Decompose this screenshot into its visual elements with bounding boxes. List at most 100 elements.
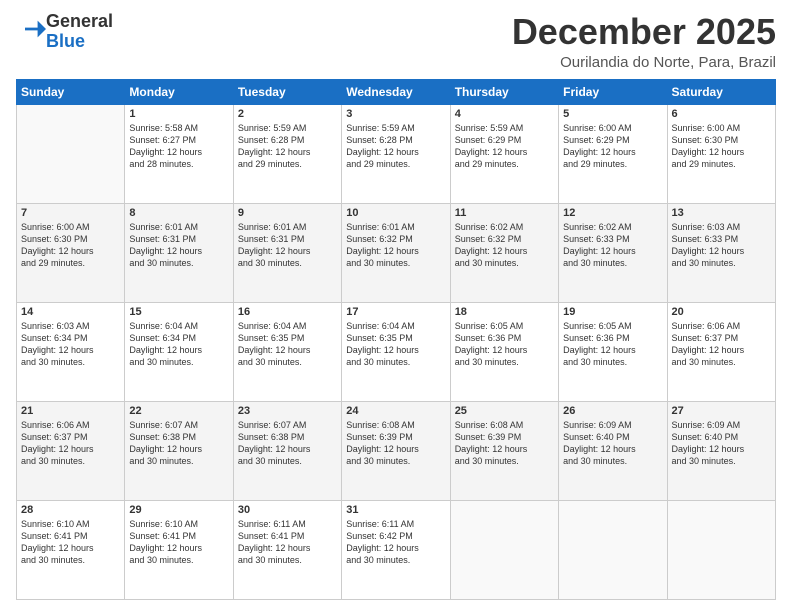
day-number: 2 [238,108,337,120]
logo-blue-text: Blue [46,32,113,52]
day-info: Sunrise: 5:59 AM Sunset: 6:29 PM Dayligh… [455,122,554,171]
day-info: Sunrise: 6:03 AM Sunset: 6:33 PM Dayligh… [672,221,771,270]
table-row: 12Sunrise: 6:02 AM Sunset: 6:33 PM Dayli… [559,203,667,302]
table-row: 8 Sunrise: 6:01 AM Sunset: 6:31 PM Daylig… [125,203,233,302]
day-number: 9 [238,207,337,219]
day-info: Sunrise: 6:11 AM Sunset: 6:41 PM Dayligh… [238,518,337,567]
table-row: 13 Sunrise: 6:03 AM Sunset: 6:33 PM Dayli… [667,203,775,302]
table-row: 5 Sunrise: 6:00 AM Sunset: 6:29 PM Daylig… [559,104,667,203]
day-number: 13 [672,207,771,219]
table-row: 9 Sunrise: 6:01 AM Sunset: 6:31 PM Daylig… [233,203,341,302]
day-info: Sunrise: 6:05 AM Sunset: 6:36 PM Dayligh… [455,320,554,369]
header-tuesday: Tuesday [233,79,341,104]
table-row [450,500,558,599]
header-wednesday: Wednesday [342,79,450,104]
day-number: 30 [238,504,337,516]
day-number: 23 [238,405,337,417]
table-row: 22 Sunrise: 6:07 AM Sunset: 6:38 PM Dayli… [125,401,233,500]
table-row: 18Sunrise: 6:05 AM Sunset: 6:36 PM Dayli… [450,302,558,401]
table-row: 15 Sunrise: 6:04 AM Sunset: 6:34 PM Dayli… [125,302,233,401]
calendar-week-row: 1 Sunrise: 5:58 AM Sunset: 6:27 PM Daylig… [17,104,776,203]
table-row: 26 Sunrise: 6:09 AM Sunset: 6:40 PM Dayli… [559,401,667,500]
table-row: 1 Sunrise: 5:58 AM Sunset: 6:27 PM Daylig… [125,104,233,203]
header-monday: Monday [125,79,233,104]
day-info: Sunrise: 6:02 AM Sunset: 6:33 PM Dayligh… [563,221,662,270]
day-info: Sunrise: 6:00 AM Sunset: 6:30 PM Dayligh… [21,221,120,270]
day-number: 7 [21,207,120,219]
day-info: Sunrise: 6:11 AM Sunset: 6:42 PM Dayligh… [346,518,445,567]
day-info: Sunrise: 6:01 AM Sunset: 6:31 PM Dayligh… [129,221,228,270]
table-row: 19 Sunrise: 6:05 AM Sunset: 6:36 PM Dayli… [559,302,667,401]
table-row: 3 Sunrise: 5:59 AM Sunset: 6:28 PM Daylig… [342,104,450,203]
calendar-week-row: 7 Sunrise: 6:00 AM Sunset: 6:30 PM Daylig… [17,203,776,302]
day-info: Sunrise: 6:09 AM Sunset: 6:40 PM Dayligh… [563,419,662,468]
day-info: Sunrise: 6:04 AM Sunset: 6:35 PM Dayligh… [238,320,337,369]
calendar-header-row: Sunday Monday Tuesday Wednesday Thursday… [17,79,776,104]
day-info: Sunrise: 6:00 AM Sunset: 6:30 PM Dayligh… [672,122,771,171]
day-info: Sunrise: 6:04 AM Sunset: 6:35 PM Dayligh… [346,320,445,369]
table-row: 30 Sunrise: 6:11 AM Sunset: 6:41 PM Dayli… [233,500,341,599]
day-info: Sunrise: 6:10 AM Sunset: 6:41 PM Dayligh… [21,518,120,567]
header-friday: Friday [559,79,667,104]
day-number: 15 [129,306,228,318]
day-number: 21 [21,405,120,417]
day-number: 26 [563,405,662,417]
header: General Blue December 2025 Ourilandia do… [16,12,776,71]
day-info: Sunrise: 6:01 AM Sunset: 6:31 PM Dayligh… [238,221,337,270]
table-row [17,104,125,203]
logo: General Blue [16,12,113,52]
table-row: 6Sunrise: 6:00 AM Sunset: 6:30 PM Daylig… [667,104,775,203]
day-info: Sunrise: 5:59 AM Sunset: 6:28 PM Dayligh… [238,122,337,171]
day-info: Sunrise: 5:58 AM Sunset: 6:27 PM Dayligh… [129,122,228,171]
table-row: 24Sunrise: 6:08 AM Sunset: 6:39 PM Dayli… [342,401,450,500]
day-number: 11 [455,207,554,219]
day-number: 17 [346,306,445,318]
table-row: 21 Sunrise: 6:06 AM Sunset: 6:37 PM Dayli… [17,401,125,500]
table-row: 20 Sunrise: 6:06 AM Sunset: 6:37 PM Dayli… [667,302,775,401]
day-number: 19 [563,306,662,318]
day-number: 3 [346,108,445,120]
logo-icon [18,15,46,43]
day-number: 8 [129,207,228,219]
calendar-week-row: 14Sunrise: 6:03 AM Sunset: 6:34 PM Dayli… [17,302,776,401]
day-info: Sunrise: 6:08 AM Sunset: 6:39 PM Dayligh… [455,419,554,468]
calendar-table: Sunday Monday Tuesday Wednesday Thursday… [16,79,776,600]
day-info: Sunrise: 6:06 AM Sunset: 6:37 PM Dayligh… [672,320,771,369]
logo-general-text: General [46,12,113,32]
table-row: 28Sunrise: 6:10 AM Sunset: 6:41 PM Dayli… [17,500,125,599]
day-number: 16 [238,306,337,318]
location-title: Ourilandia do Norte, Para, Brazil [512,54,776,71]
day-number: 22 [129,405,228,417]
day-info: Sunrise: 6:09 AM Sunset: 6:40 PM Dayligh… [672,419,771,468]
table-row: 14Sunrise: 6:03 AM Sunset: 6:34 PM Dayli… [17,302,125,401]
day-number: 20 [672,306,771,318]
day-number: 5 [563,108,662,120]
day-info: Sunrise: 6:03 AM Sunset: 6:34 PM Dayligh… [21,320,120,369]
calendar-week-row: 28Sunrise: 6:10 AM Sunset: 6:41 PM Dayli… [17,500,776,599]
day-info: Sunrise: 6:02 AM Sunset: 6:32 PM Dayligh… [455,221,554,270]
page: General Blue December 2025 Ourilandia do… [0,0,792,612]
table-row: 31 Sunrise: 6:11 AM Sunset: 6:42 PM Dayli… [342,500,450,599]
day-info: Sunrise: 6:07 AM Sunset: 6:38 PM Dayligh… [129,419,228,468]
calendar-week-row: 21 Sunrise: 6:06 AM Sunset: 6:37 PM Dayli… [17,401,776,500]
day-info: Sunrise: 6:04 AM Sunset: 6:34 PM Dayligh… [129,320,228,369]
table-row: 7 Sunrise: 6:00 AM Sunset: 6:30 PM Daylig… [17,203,125,302]
table-row: 2 Sunrise: 5:59 AM Sunset: 6:28 PM Daylig… [233,104,341,203]
title-block: December 2025 Ourilandia do Norte, Para,… [512,12,776,71]
day-info: Sunrise: 6:05 AM Sunset: 6:36 PM Dayligh… [563,320,662,369]
day-info: Sunrise: 6:00 AM Sunset: 6:29 PM Dayligh… [563,122,662,171]
day-info: Sunrise: 6:01 AM Sunset: 6:32 PM Dayligh… [346,221,445,270]
day-info: Sunrise: 6:08 AM Sunset: 6:39 PM Dayligh… [346,419,445,468]
day-info: Sunrise: 6:06 AM Sunset: 6:37 PM Dayligh… [21,419,120,468]
day-number: 31 [346,504,445,516]
table-row: 25 Sunrise: 6:08 AM Sunset: 6:39 PM Dayli… [450,401,558,500]
day-number: 25 [455,405,554,417]
table-row: 27Sunrise: 6:09 AM Sunset: 6:40 PM Dayli… [667,401,775,500]
table-row [559,500,667,599]
table-row: 16 Sunrise: 6:04 AM Sunset: 6:35 PM Dayli… [233,302,341,401]
day-info: Sunrise: 5:59 AM Sunset: 6:28 PM Dayligh… [346,122,445,171]
table-row: 23Sunrise: 6:07 AM Sunset: 6:38 PM Dayli… [233,401,341,500]
table-row: 10Sunrise: 6:01 AM Sunset: 6:32 PM Dayli… [342,203,450,302]
day-number: 1 [129,108,228,120]
table-row: 17 Sunrise: 6:04 AM Sunset: 6:35 PM Dayli… [342,302,450,401]
